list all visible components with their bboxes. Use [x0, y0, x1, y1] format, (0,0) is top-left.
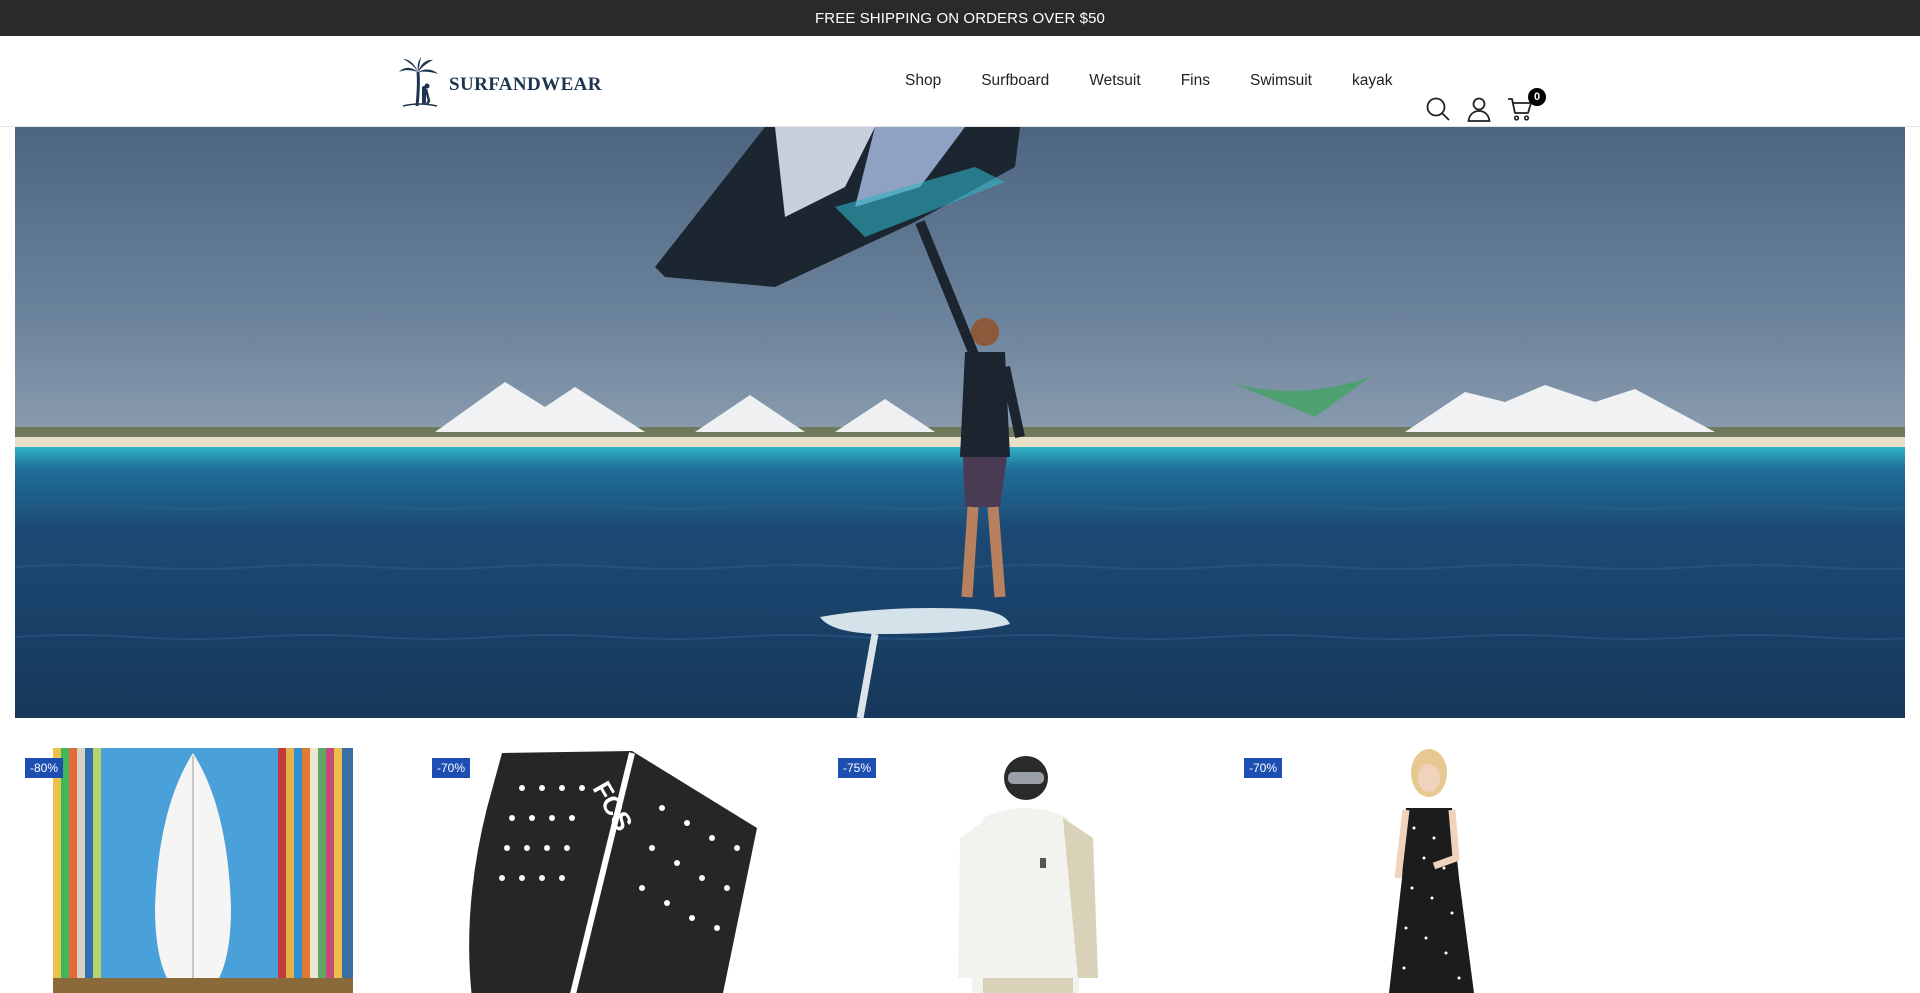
account-button[interactable] — [1466, 96, 1492, 122]
cart-count-badge: 0 — [1528, 88, 1546, 106]
surfboard-image — [53, 748, 353, 993]
brand-name: SURFANDWEAR — [449, 74, 602, 95]
nav-item-surfboard[interactable]: Surfboard — [961, 72, 1069, 90]
product-image[interactable]: FCS — [452, 748, 772, 993]
jacket-image — [888, 748, 1168, 993]
dress-image — [1334, 748, 1534, 993]
product-grid: -80% -70% FCS -75% -70% — [0, 718, 1920, 993]
product-image[interactable] — [1334, 748, 1534, 993]
traction-pad-image: FCS — [452, 748, 772, 993]
product-image[interactable] — [888, 748, 1168, 993]
hero-image — [15, 127, 1905, 718]
announcement-bar: FREE SHIPPING ON ORDERS OVER $50 — [0, 0, 1920, 36]
product-card[interactable]: -80% — [15, 748, 415, 993]
product-card[interactable]: -75% — [828, 748, 1228, 993]
product-card[interactable]: -70% — [1234, 748, 1634, 993]
site-header: SURFANDWEAR Shop Surfboard Wetsuit Fins … — [0, 36, 1920, 127]
discount-badge: -80% — [25, 758, 64, 778]
nav-item-fins[interactable]: Fins — [1161, 72, 1230, 90]
product-card[interactable]: -70% FCS — [422, 748, 822, 993]
nav-item-swimsuit[interactable]: Swimsuit — [1230, 72, 1332, 90]
discount-badge: -70% — [1244, 758, 1283, 778]
discount-badge: -75% — [838, 758, 877, 778]
search-button[interactable] — [1425, 96, 1451, 122]
product-image[interactable] — [53, 748, 353, 993]
main-nav: Shop Surfboard Wetsuit Fins Swimsuit kay… — [885, 36, 1413, 126]
hero-banner[interactable] — [15, 127, 1905, 718]
cart-button[interactable]: 0 — [1507, 88, 1546, 122]
announcement-text: FREE SHIPPING ON ORDERS OVER $50 — [815, 9, 1105, 27]
brand-logo[interactable]: SURFANDWEAR — [397, 56, 602, 108]
nav-item-shop[interactable]: Shop — [885, 72, 961, 90]
search-icon — [1426, 97, 1450, 121]
header-actions: 0 — [1425, 88, 1546, 122]
user-icon — [1467, 97, 1491, 122]
nav-item-kayak[interactable]: kayak — [1332, 72, 1413, 90]
discount-badge: -70% — [432, 758, 471, 778]
nav-item-wetsuit[interactable]: Wetsuit — [1069, 72, 1160, 90]
palm-tree-surfer-icon — [399, 57, 438, 107]
